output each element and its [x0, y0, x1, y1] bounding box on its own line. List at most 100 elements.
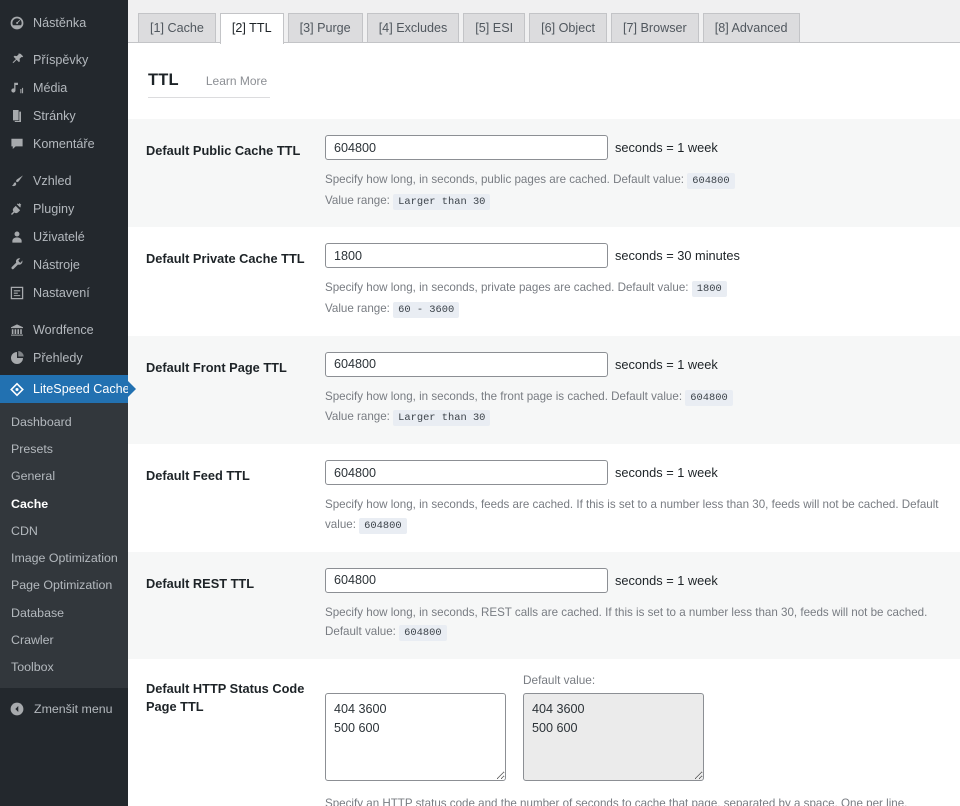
sidebar-item-litespeed-cache[interactable]: LiteSpeed Cache [0, 375, 136, 403]
settings-tabs: [1] Cache [2] TTL [3] Purge [4] Excludes… [128, 0, 960, 44]
sidebar-item-general[interactable]: General [0, 463, 128, 490]
setting-note: Specify how long, in seconds, private pa… [325, 278, 946, 319]
tab-cache[interactable]: [1] Cache [138, 12, 216, 43]
range-label: Value range: [325, 193, 390, 207]
status-code-editable-col: 404 3600 500 600 [325, 673, 506, 781]
current-menu-arrow-icon [128, 381, 136, 397]
wordfence-icon [9, 322, 25, 338]
sidebar-item-cache[interactable]: Cache [0, 491, 128, 518]
sidebar-item-prehledy[interactable]: Přehledy [0, 344, 128, 372]
sidebar-item-label: LiteSpeed Cache [33, 381, 130, 396]
http-status-code-ttl-textarea[interactable]: 404 3600 500 600 [325, 692, 506, 781]
sidebar-item-uzivatele[interactable]: Uživatelé [0, 223, 128, 251]
setting-field: seconds = 1 week Specify how long, in se… [325, 135, 960, 211]
sidebar-item-label: Přehledy [33, 350, 83, 365]
unit-label: seconds = 1 week [615, 140, 718, 155]
sidebar-item-media[interactable]: Média [0, 74, 128, 102]
sidebar-group-dashboard: Nástěnka [0, 9, 128, 37]
note-text: Specify how long, in seconds, the front … [325, 389, 683, 403]
setting-row-feed-ttl: Default Feed TTL seconds = 1 week Specif… [128, 444, 960, 552]
sidebar-item-crawler[interactable]: Crawler [0, 627, 128, 654]
tab-esi[interactable]: [5] ESI [463, 12, 526, 43]
sidebar-item-prispevky[interactable]: Příspěvky [0, 46, 128, 74]
setting-field: seconds = 1 week Specify how long, in se… [325, 351, 960, 428]
tab-ttl[interactable]: [2] TTL [219, 12, 284, 44]
rest-ttl-input[interactable] [325, 567, 608, 593]
sidebar-item-presets[interactable]: Presets [0, 436, 128, 463]
tools-wrench-icon [9, 257, 25, 273]
setting-label: Default Private Cache TTL [146, 251, 305, 267]
sidebar-item-label: Nastavení [33, 285, 90, 300]
sidebar-item-dashboard[interactable]: Dashboard [0, 409, 128, 436]
setting-label: Default Feed TTL [146, 468, 250, 484]
unit-label: seconds = 30 minutes [615, 248, 740, 264]
tab-excludes[interactable]: [4] Excludes [366, 12, 460, 43]
sidebar-divider-3 [0, 307, 128, 316]
sidebar-item-pluginy[interactable]: Pluginy [0, 195, 128, 223]
sidebar-item-wordfence[interactable]: Wordfence [0, 316, 128, 344]
setting-field: seconds = 30 minutes Specify how long, i… [325, 243, 960, 319]
setting-label: Default REST TTL [146, 575, 255, 591]
note-text: Specify an HTTP status code and the numb… [325, 796, 908, 806]
sidebar-divider-2 [0, 158, 128, 167]
sidebar-item-vzhled[interactable]: Vzhled [0, 167, 128, 195]
setting-row-rest-ttl: Default REST TTL seconds = 1 week Specif… [128, 551, 960, 659]
sidebar-item-label: Pluginy [33, 201, 75, 216]
sidebar-item-nastroje[interactable]: Nástroje [0, 251, 128, 279]
sidebar-item-nastaveni[interactable]: Nastavení [0, 279, 128, 307]
setting-label: Default Public Cache TTL [146, 143, 301, 158]
sidebar-divider-1 [0, 37, 128, 46]
spacer-caption [325, 673, 506, 689]
setting-note: Specify how long, in seconds, REST calls… [325, 603, 946, 643]
ttl-settings-panel: TTL Learn More Default Public Cache TTL … [128, 43, 960, 806]
setting-field: seconds = 1 week Specify how long, in se… [325, 567, 960, 643]
feed-ttl-input[interactable] [325, 460, 608, 486]
collapse-arrow-icon [9, 701, 25, 717]
sidebar-group-content: Příspěvky Média Stránky Komentáře [0, 46, 128, 158]
media-icon [9, 80, 25, 96]
note-text: Specify how long, in seconds, private pa… [325, 281, 689, 295]
sidebar-item-label: Komentáře [33, 136, 95, 151]
sidebar-item-nastenka[interactable]: Nástěnka [0, 9, 128, 37]
tab-purge[interactable]: [3] Purge [287, 12, 363, 43]
sidebar-item-toolbox[interactable]: Toolbox [0, 654, 128, 681]
setting-label: Default Front Page TTL [146, 359, 287, 375]
sidebar-item-label: Vzhled [33, 173, 72, 188]
section-header: TTL Learn More [128, 43, 960, 90]
collapse-menu-button[interactable]: Zmenšit menu [0, 694, 128, 724]
tab-advanced[interactable]: [8] Advanced [702, 12, 800, 43]
sidebar-item-cdn[interactable]: CDN [0, 518, 128, 545]
setting-note: Specify how long, in seconds, public pag… [325, 170, 946, 211]
sidebar-item-label: Wordfence [33, 322, 94, 337]
setting-label: Default HTTP Status Code Page TTL [146, 680, 305, 715]
title-divider [148, 97, 270, 98]
tab-browser[interactable]: [7] Browser [611, 12, 699, 43]
http-status-code-default-textarea: 404 3600 500 600 [523, 692, 704, 781]
range-badge: 60 - 3600 [393, 302, 460, 319]
default-value-badge: 1800 [691, 281, 727, 298]
sidebar-item-image-optimization[interactable]: Image Optimization [0, 545, 128, 572]
private-cache-ttl-input[interactable] [325, 243, 608, 269]
status-code-default-col: Default value: 404 3600 500 600 [523, 673, 704, 781]
front-page-ttl-input[interactable] [325, 351, 608, 377]
setting-row-public-cache-ttl: Default Public Cache TTL seconds = 1 wee… [128, 119, 960, 228]
wordpress-admin-screen: Nástěnka Příspěvky Média Stránky Komentá… [0, 0, 960, 806]
learn-more-link[interactable]: Learn More [206, 74, 267, 88]
sidebar-item-page-optimization[interactable]: Page Optimization [0, 572, 128, 599]
sidebar-item-stranky[interactable]: Stránky [0, 102, 128, 130]
default-value-badge: 604800 [687, 173, 735, 189]
sidebar-item-database[interactable]: Database [0, 600, 128, 627]
sidebar-item-komentare[interactable]: Komentáře [0, 130, 128, 158]
sidebar-item-label: Nástěnka [33, 15, 87, 30]
setting-field: seconds = 1 week Specify how long, in se… [325, 460, 960, 535]
sidebar-item-label: Nástroje [33, 257, 80, 272]
sidebar-item-label: Stránky [33, 108, 76, 123]
setting-row-private-cache-ttl: Default Private Cache TTL seconds = 30 m… [128, 227, 960, 336]
unit-label: seconds = 1 week [615, 465, 718, 481]
range-badge: Larger than 30 [393, 193, 491, 210]
unit-label: seconds = 1 week [615, 356, 718, 372]
sidebar-item-label: Příspěvky [33, 52, 89, 67]
public-cache-ttl-input[interactable] [325, 135, 608, 160]
unit-label: seconds = 1 week [615, 572, 718, 588]
tab-object[interactable]: [6] Object [529, 12, 608, 43]
